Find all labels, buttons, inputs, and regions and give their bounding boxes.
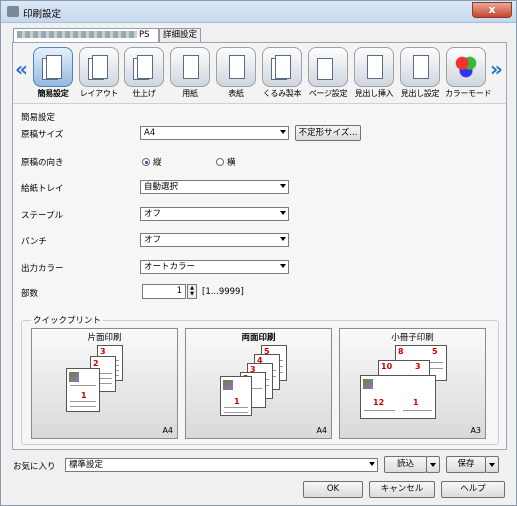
- toolbar-tab-settings[interactable]: 見出し設定: [399, 47, 441, 102]
- page-thumb: 1: [66, 368, 100, 412]
- page-thumb: 12 1: [360, 375, 436, 419]
- portrait-radio[interactable]: 縦: [142, 156, 162, 168]
- close-button[interactable]: x: [472, 2, 512, 18]
- tab-ps[interactable]: PS: [13, 28, 159, 43]
- tab-insert-icon: [354, 47, 394, 87]
- tray-select[interactable]: 自動選択: [140, 180, 289, 194]
- load-button[interactable]: 読込: [384, 456, 427, 473]
- scroll-right-icon[interactable]: »: [490, 57, 503, 81]
- printer-icon: [7, 6, 19, 17]
- output-color-label: 出力カラー: [21, 264, 64, 274]
- copies-stepper[interactable]: ▲ ▼: [187, 284, 197, 299]
- page-thumb: 1: [220, 376, 252, 416]
- help-button[interactable]: ヘルプ: [441, 481, 505, 498]
- cancel-button[interactable]: キャンセル: [369, 481, 435, 498]
- printer-name-blur: [17, 31, 137, 38]
- copies-input[interactable]: 1: [142, 284, 186, 299]
- window-title: 印刷設定: [23, 9, 62, 20]
- chevron-down-icon: [280, 264, 286, 268]
- custom-size-button[interactable]: 不定形サイズ...: [295, 125, 361, 141]
- quick-print-simplex[interactable]: 片面印刷 3 2 1 A4: [31, 328, 178, 439]
- landscape-radio[interactable]: 横: [216, 156, 236, 168]
- chevron-down-icon: [369, 462, 375, 466]
- favorites-select[interactable]: 標準設定: [65, 458, 378, 472]
- tab-advanced[interactable]: 詳細設定: [159, 28, 201, 43]
- perfect-binding-icon: [262, 47, 302, 87]
- copies-label: 部数: [21, 289, 39, 299]
- chevron-down-icon: [280, 211, 286, 215]
- page-settings-icon: [308, 47, 348, 87]
- original-size-select[interactable]: A4: [140, 126, 289, 140]
- quick-print-title: クイックプリント: [31, 314, 104, 326]
- chevron-down-icon: [489, 463, 495, 467]
- output-color-select[interactable]: オートカラー: [140, 260, 289, 274]
- function-toolbar: « 簡易設定 レイアウト 仕上げ 用紙 表紙 くるみ製本 ページ設定 見出し挿入…: [13, 43, 506, 104]
- load-menu-button[interactable]: [426, 456, 440, 473]
- punch-label: パンチ: [21, 237, 47, 247]
- staple-select[interactable]: オフ: [140, 207, 289, 221]
- color-mode-icon: [446, 47, 486, 87]
- chevron-down-icon: [280, 184, 286, 188]
- chevron-down-icon: [430, 463, 436, 467]
- tray-label: 給紙トレイ: [21, 184, 64, 194]
- orientation-label: 原稿の向き: [21, 158, 64, 168]
- toolbar-cover[interactable]: 表紙: [215, 47, 257, 102]
- toolbar-layout[interactable]: レイアウト: [78, 47, 120, 102]
- quick-settings-icon: [33, 47, 73, 87]
- paper-icon: [170, 47, 210, 87]
- toolbar-perfect-binding[interactable]: くるみ製本: [261, 47, 303, 102]
- section-title: 簡易設定: [21, 113, 56, 123]
- toolbar-tab-insert[interactable]: 見出し挿入: [353, 47, 395, 102]
- scroll-left-icon[interactable]: «: [15, 57, 28, 81]
- toolbar-finishing[interactable]: 仕上げ: [123, 47, 165, 102]
- print-settings-dialog: 印刷設定 x PS 詳細設定 « 簡易設定 レイアウト 仕上げ 用紙 表紙 くる…: [0, 0, 517, 506]
- original-size-label: 原稿サイズ: [21, 130, 64, 140]
- favorites-label: お気に入り: [13, 462, 56, 472]
- chevron-down-icon: [280, 130, 286, 134]
- staple-label: ステープル: [21, 211, 63, 221]
- quick-print-booklet[interactable]: 小冊子印刷 85 10 3 12 1 A3: [339, 328, 486, 439]
- toolbar-paper[interactable]: 用紙: [169, 47, 211, 102]
- finishing-icon: [124, 47, 164, 87]
- punch-select[interactable]: オフ: [140, 233, 289, 247]
- title-bar: 印刷設定 x: [1, 1, 516, 23]
- copies-range: [1...9999]: [202, 287, 244, 297]
- tab-settings-icon: [400, 47, 440, 87]
- toolbar-page-settings[interactable]: ページ設定: [307, 47, 349, 102]
- ok-button[interactable]: OK: [303, 481, 363, 498]
- cover-icon: [216, 47, 256, 87]
- save-button[interactable]: 保存: [446, 456, 486, 473]
- dialog-footer: お気に入り 標準設定 読込 保存 OK キャンセル ヘルプ: [1, 451, 516, 505]
- toolbar-color-mode[interactable]: カラーモード: [445, 47, 492, 102]
- toolbar-quick-settings[interactable]: 簡易設定: [32, 47, 74, 102]
- chevron-down-icon: [280, 237, 286, 241]
- layout-icon: [79, 47, 119, 87]
- save-menu-button[interactable]: [485, 456, 499, 473]
- quick-print-duplex[interactable]: 両面印刷 5 4 3 2 1 A4: [185, 328, 332, 439]
- settings-panel: « 簡易設定 レイアウト 仕上げ 用紙 表紙 くるみ製本 ページ設定 見出し挿入…: [12, 42, 507, 450]
